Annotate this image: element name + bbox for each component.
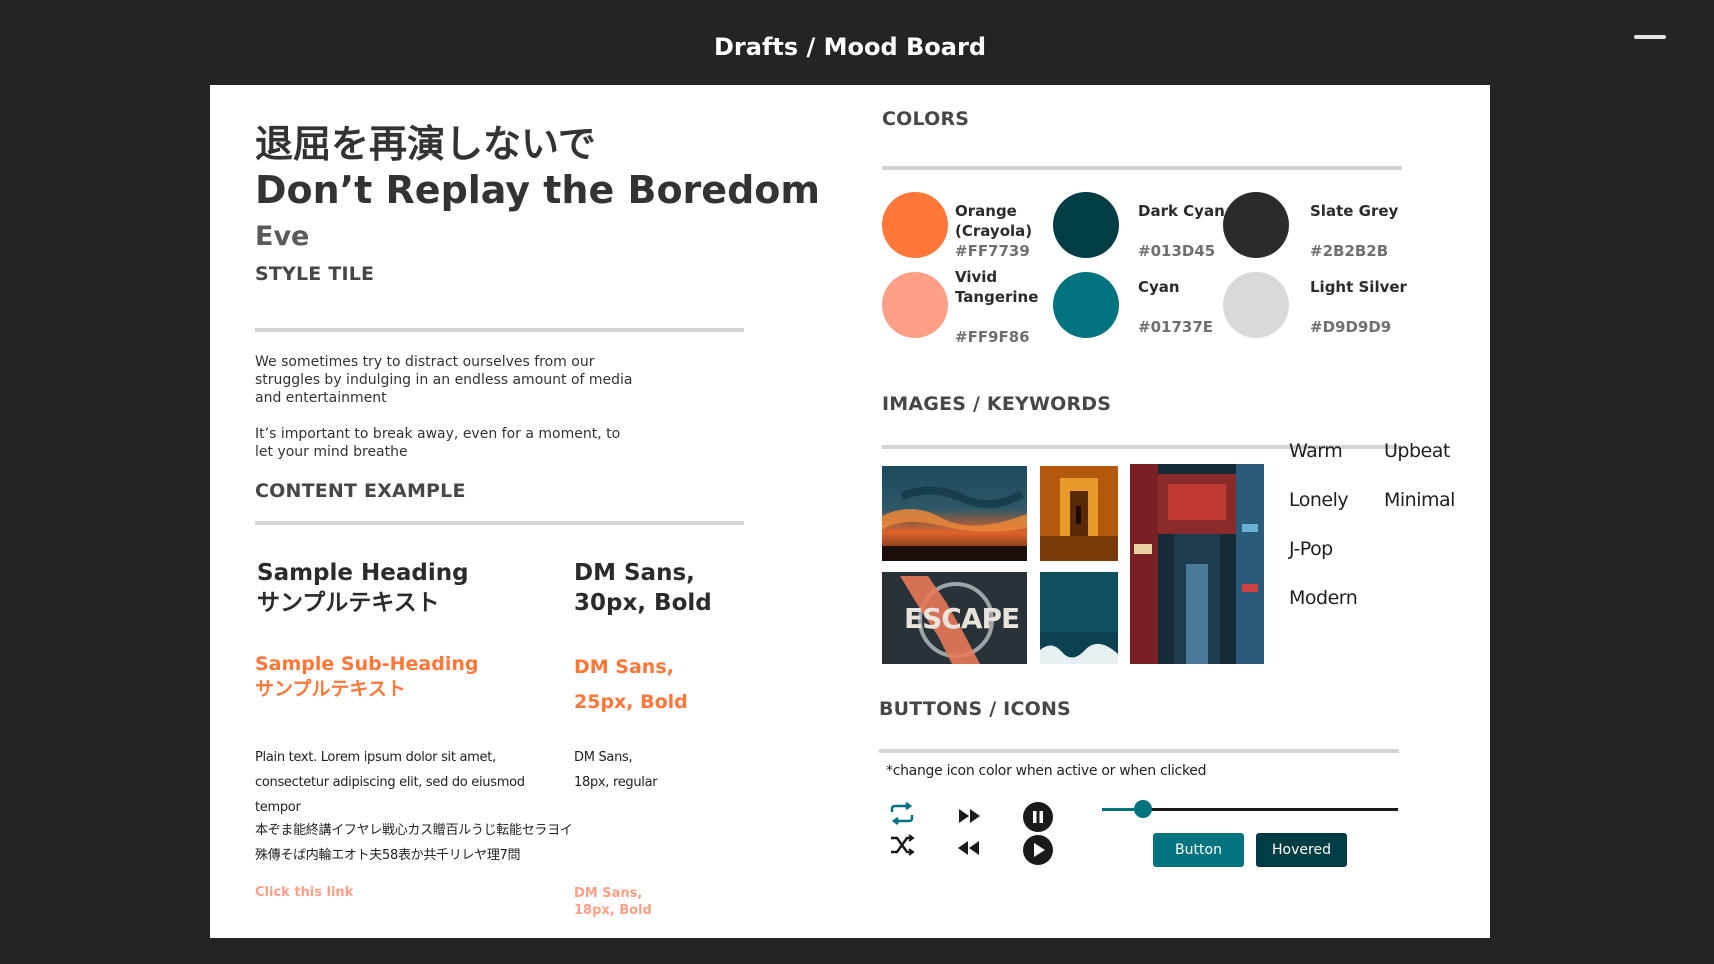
swatch-hex-slate-grey: #2B2B2B <box>1310 242 1389 260</box>
link-spec-line-1: DM Sans, <box>574 886 643 901</box>
sunset-sky-graphic <box>882 466 1027 561</box>
sample-link[interactable]: Click this link <box>255 885 353 900</box>
swatch-hex-light-silver: #D9D9D9 <box>1310 318 1392 336</box>
sample-subheading: Sample Sub-Heading サンプルテキスト <box>255 652 478 702</box>
swatch-name-line: Orange <box>955 202 1017 220</box>
swatch-dark-cyan <box>1053 192 1119 258</box>
subheading-spec-line-2: 25px, Bold <box>574 691 688 713</box>
play-icon[interactable] <box>1023 835 1053 869</box>
images-keywords-heading: IMAGES / KEYWORDS <box>882 393 1112 415</box>
sample-heading-spec: DM Sans, 30px, Bold <box>574 560 712 616</box>
swatch-cyan <box>1053 272 1119 338</box>
swatch-hex-dark-cyan: #013D45 <box>1138 242 1216 260</box>
swatch-light-silver <box>1223 272 1289 338</box>
title-english: Don’t Replay the Boredom <box>255 168 820 212</box>
buttons-icons-heading: BUTTONS / ICONS <box>879 698 1071 720</box>
japanese-text-sample: 本ぞま能終講イフヤレ戦心カス贈百ルうじ転能セラヨイ殊傳そば内輪エオト夫58表か共… <box>255 823 573 863</box>
link-spec: DM Sans, 18px, Bold <box>574 885 652 919</box>
swatch-hex-orange-crayola: #FF7739 <box>955 242 1030 260</box>
sample-heading-line-2: サンプルテキスト <box>257 590 440 616</box>
colors-heading: COLORS <box>882 108 970 130</box>
slider-thumb[interactable] <box>1134 800 1152 818</box>
sunset-sky-image <box>882 466 1027 561</box>
window-title: Drafts / Mood Board <box>713 33 986 61</box>
minimize-icon[interactable] <box>1634 35 1666 39</box>
plain-text-spec: DM Sans, 18px, regular <box>574 745 658 795</box>
escape-logo-image: ESCAPE <box>882 572 1027 664</box>
sample-heading-line-1: Sample Heading <box>257 560 469 586</box>
swatch-vivid-tangerine <box>882 272 948 338</box>
progress-slider[interactable] <box>1102 799 1398 819</box>
plain-spec-line-2: 18px, regular <box>574 775 658 790</box>
keyword-lonely: Lonely <box>1289 489 1349 511</box>
swatch-slate-grey <box>1223 192 1289 258</box>
swatch-name-dark-cyan: Dark Cyan <box>1138 202 1225 220</box>
plain-text-sample: Plain text. Lorem ipsum dolor sit amet, … <box>255 750 525 815</box>
repeat-icon[interactable] <box>888 802 916 830</box>
sample-heading: Sample Heading サンプルテキスト <box>257 558 469 618</box>
swatch-name-cyan: Cyan <box>1138 278 1180 296</box>
style-tile-paragraph-2: It’s important to break away, even for a… <box>255 426 621 460</box>
content-example-divider <box>255 521 744 525</box>
keyword-minimal: Minimal <box>1384 489 1455 511</box>
swatch-name-orange-crayola: Orange (Crayola) <box>955 201 1032 241</box>
orange-corridor-graphic <box>1040 466 1118 561</box>
shuffle-icon[interactable] <box>889 834 915 860</box>
hovered-button[interactable]: Hovered <box>1256 833 1347 867</box>
escape-logo-text: ESCAPE <box>904 602 1020 635</box>
ocean-wave-graphic <box>1040 572 1118 664</box>
style-tile-divider <box>255 328 744 332</box>
keyword-upbeat: Upbeat <box>1384 440 1450 462</box>
content-example-heading: CONTENT EXAMPLE <box>255 480 466 502</box>
plain-spec-line-1: DM Sans, <box>574 750 633 765</box>
style-tile-paragraph-1: We sometimes try to distract ourselves f… <box>255 354 633 406</box>
primary-button[interactable]: Button <box>1153 833 1244 867</box>
keyword-modern: Modern <box>1289 587 1358 609</box>
link-spec-line-2: 18px, Bold <box>574 903 652 918</box>
rewind-icon[interactable] <box>956 840 980 859</box>
swatch-name-vivid-tangerine: Vivid Tangerine <box>955 267 1038 307</box>
sample-subheading-line-1: Sample Sub-Heading <box>255 653 479 675</box>
fast-forward-icon[interactable] <box>958 808 982 827</box>
swatch-hex-vivid-tangerine: #FF9F86 <box>955 328 1030 346</box>
keyword-warm: Warm <box>1289 440 1343 462</box>
subheading-spec-line-1: DM Sans, <box>574 656 674 678</box>
ocean-wave-image <box>1040 572 1118 664</box>
swatch-hex-cyan: #01737E <box>1138 318 1213 336</box>
buttons-divider <box>879 749 1399 753</box>
tokyo-street-image <box>1130 464 1264 664</box>
swatch-name-light-silver: Light Silver <box>1310 278 1407 296</box>
tokyo-street-graphic <box>1130 464 1264 664</box>
swatch-name-line: (Crayola) <box>955 222 1033 240</box>
colors-divider <box>882 166 1402 170</box>
title-japanese: 退屈を再演しないで <box>255 122 596 166</box>
style-tile-heading: STYLE TILE <box>255 263 375 285</box>
icon-color-note: *change icon color when active or when c… <box>886 763 1207 779</box>
keyword-jpop: J-Pop <box>1289 538 1333 560</box>
swatch-name-slate-grey: Slate Grey <box>1310 202 1399 220</box>
author-name: Eve <box>255 221 310 252</box>
mood-board: 退屈を再演しないで Don’t Replay the Boredom Eve S… <box>210 85 1490 938</box>
pause-icon[interactable] <box>1023 802 1053 836</box>
orange-corridor-image <box>1040 466 1118 561</box>
swatch-orange-crayola <box>882 192 948 258</box>
sample-subheading-line-2: サンプルテキスト <box>255 678 406 700</box>
swatch-name-line: Vivid <box>955 268 998 286</box>
sample-subheading-spec: DM Sans, 25px, Bold <box>574 650 724 720</box>
swatch-name-line: Tangerine <box>955 288 1039 306</box>
